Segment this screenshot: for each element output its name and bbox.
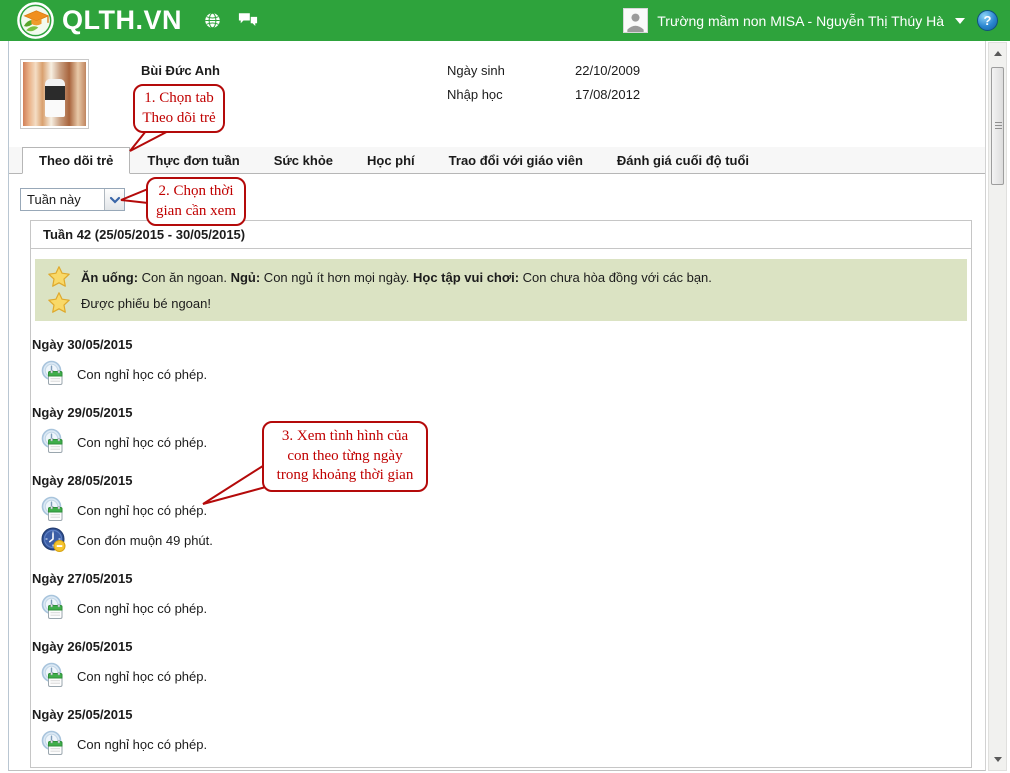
help-icon: ? <box>983 13 992 28</box>
event-text: Con nghỉ học có phép. <box>77 502 208 518</box>
enroll-date-value: 17/08/2012 <box>575 87 641 102</box>
day-date: Ngày 29/05/2015 <box>32 405 133 420</box>
day-event: Con nghỉ học có phép. <box>40 359 971 389</box>
day-section: Ngày 29/05/2015 Con nghỉ học có phép. <box>32 405 971 457</box>
summary-line2-text: Được phiếu bé ngoan! <box>81 295 211 311</box>
arrow-down-icon <box>993 757 1002 762</box>
callout-1: 1. Chọn tab Theo dõi trẻ <box>133 84 225 133</box>
absence-permitted-icon <box>40 662 68 690</box>
scrollbar-thumb[interactable] <box>991 67 1004 185</box>
summary-line1-text: Ăn uống: Con ăn ngoan. Ngủ: Con ngủ ít h… <box>81 269 712 285</box>
globe-icon[interactable] <box>204 12 221 29</box>
caret-down-icon <box>955 17 965 24</box>
chevron-down-icon <box>109 196 120 204</box>
star-icon <box>47 265 71 289</box>
event-text: Con đón muộn 49 phút. <box>77 532 213 548</box>
account-name: Trường mầm non MISA - Nguyễn Thị Thúy Hà <box>657 12 944 29</box>
star-icon <box>47 291 71 315</box>
day-section: Ngày 30/05/2015 Con nghỉ học có phép. <box>32 337 971 389</box>
absence-permitted-icon <box>40 594 68 622</box>
absence-permitted-icon <box>40 730 68 758</box>
day-list: Ngày 30/05/2015 Con nghỉ học có phép. Ng… <box>31 337 971 759</box>
tab-thuc-don-tuan[interactable]: Thực đơn tuần <box>130 147 256 174</box>
day-section: Ngày 26/05/2015 Con nghỉ học có phép. <box>32 639 971 691</box>
day-event: Con nghỉ học có phép. <box>40 661 971 691</box>
day-date: Ngày 27/05/2015 <box>32 571 133 586</box>
tab-bar: Theo dõi trẻ Thực đơn tuần Sức khỏe Học phí… <box>9 147 985 174</box>
day-section: Ngày 28/05/2015 Con nghỉ học có phép. Co… <box>32 473 971 555</box>
student-name: Bùi Đức Anh <box>141 63 220 78</box>
week-panel: Tuần 42 (25/05/2015 - 30/05/2015) Ăn uốn… <box>30 220 972 768</box>
avatar <box>623 8 649 33</box>
absence-permitted-icon <box>40 428 68 456</box>
day-section: Ngày 27/05/2015 Con nghỉ học có phép. <box>32 571 971 623</box>
help-button[interactable]: ? <box>977 10 998 31</box>
app-logo-icon <box>17 2 54 39</box>
weekly-summary: Ăn uống: Con ăn ngoan. Ngủ: Con ngủ ít h… <box>35 259 967 321</box>
scroll-down-button[interactable] <box>989 751 1006 768</box>
tab-hoc-phi[interactable]: Học phí <box>350 147 432 174</box>
late-pickup-icon <box>40 526 68 554</box>
event-text: Con nghỉ học có phép. <box>77 668 208 684</box>
day-date: Ngày 28/05/2015 <box>32 473 133 488</box>
select-value: Tuần này <box>27 192 81 207</box>
scroll-up-button[interactable] <box>989 45 1006 62</box>
day-date: Ngày 26/05/2015 <box>32 639 133 654</box>
tab-trao-doi-voi-giao-vien[interactable]: Trao đổi với giáo viên <box>432 147 600 174</box>
summary-row: Ăn uống: Con ăn ngoan. Ngủ: Con ngủ ít h… <box>47 265 955 289</box>
day-event: Con nghỉ học có phép. <box>40 495 971 525</box>
day-event: Con đón muộn 49 phút. <box>40 525 971 555</box>
time-range-select[interactable]: Tuần này <box>20 188 125 211</box>
select-dropdown-button[interactable] <box>104 189 124 210</box>
event-text: Con nghỉ học có phép. <box>77 366 208 382</box>
birth-date-label: Ngày sinh <box>447 63 505 78</box>
day-event: Con nghỉ học có phép. <box>40 427 971 457</box>
top-header: QLTH.VN Trường mầm non MISA - Nguyễn Thị… <box>0 0 1010 41</box>
day-date: Ngày 30/05/2015 <box>32 337 133 352</box>
student-meta: Ngày sinh 22/10/2009 Nhập học 17/08/2012 <box>447 63 640 102</box>
summary-row: Được phiếu bé ngoan! <box>47 291 955 315</box>
event-text: Con nghỉ học có phép. <box>77 600 208 616</box>
account-menu[interactable]: Trường mầm non MISA - Nguyễn Thị Thúy Hà <box>623 8 965 33</box>
tab-theo-doi-tre[interactable]: Theo dõi trẻ <box>22 147 131 174</box>
day-event: Con nghỉ học có phép. <box>40 593 971 623</box>
day-date: Ngày 25/05/2015 <box>32 707 133 722</box>
tab-suc-khoe[interactable]: Sức khỏe <box>257 147 350 174</box>
event-text: Con nghỉ học có phép. <box>77 736 208 752</box>
brand-name: QLTH.VN <box>62 5 182 35</box>
birth-date-value: 22/10/2009 <box>575 63 641 78</box>
arrow-up-icon <box>993 51 1002 56</box>
tab-danh-gia-cuoi-do-tuoi[interactable]: Đánh giá cuối độ tuổi <box>600 147 766 174</box>
callout-2: 2. Chọn thời gian cần xem <box>146 177 246 226</box>
chat-icon[interactable] <box>238 12 258 29</box>
enroll-date-label: Nhập học <box>447 87 503 102</box>
day-event: Con nghỉ học có phép. <box>40 729 971 759</box>
event-text: Con nghỉ học có phép. <box>77 434 208 450</box>
absence-permitted-icon <box>40 496 68 524</box>
vertical-scrollbar[interactable] <box>988 42 1007 771</box>
absence-permitted-icon <box>40 360 68 388</box>
day-section: Ngày 25/05/2015 Con nghỉ học có phép. <box>32 707 971 759</box>
callout-3: 3. Xem tình hình của con theo từng ngày … <box>262 421 428 492</box>
student-photo <box>20 59 89 129</box>
